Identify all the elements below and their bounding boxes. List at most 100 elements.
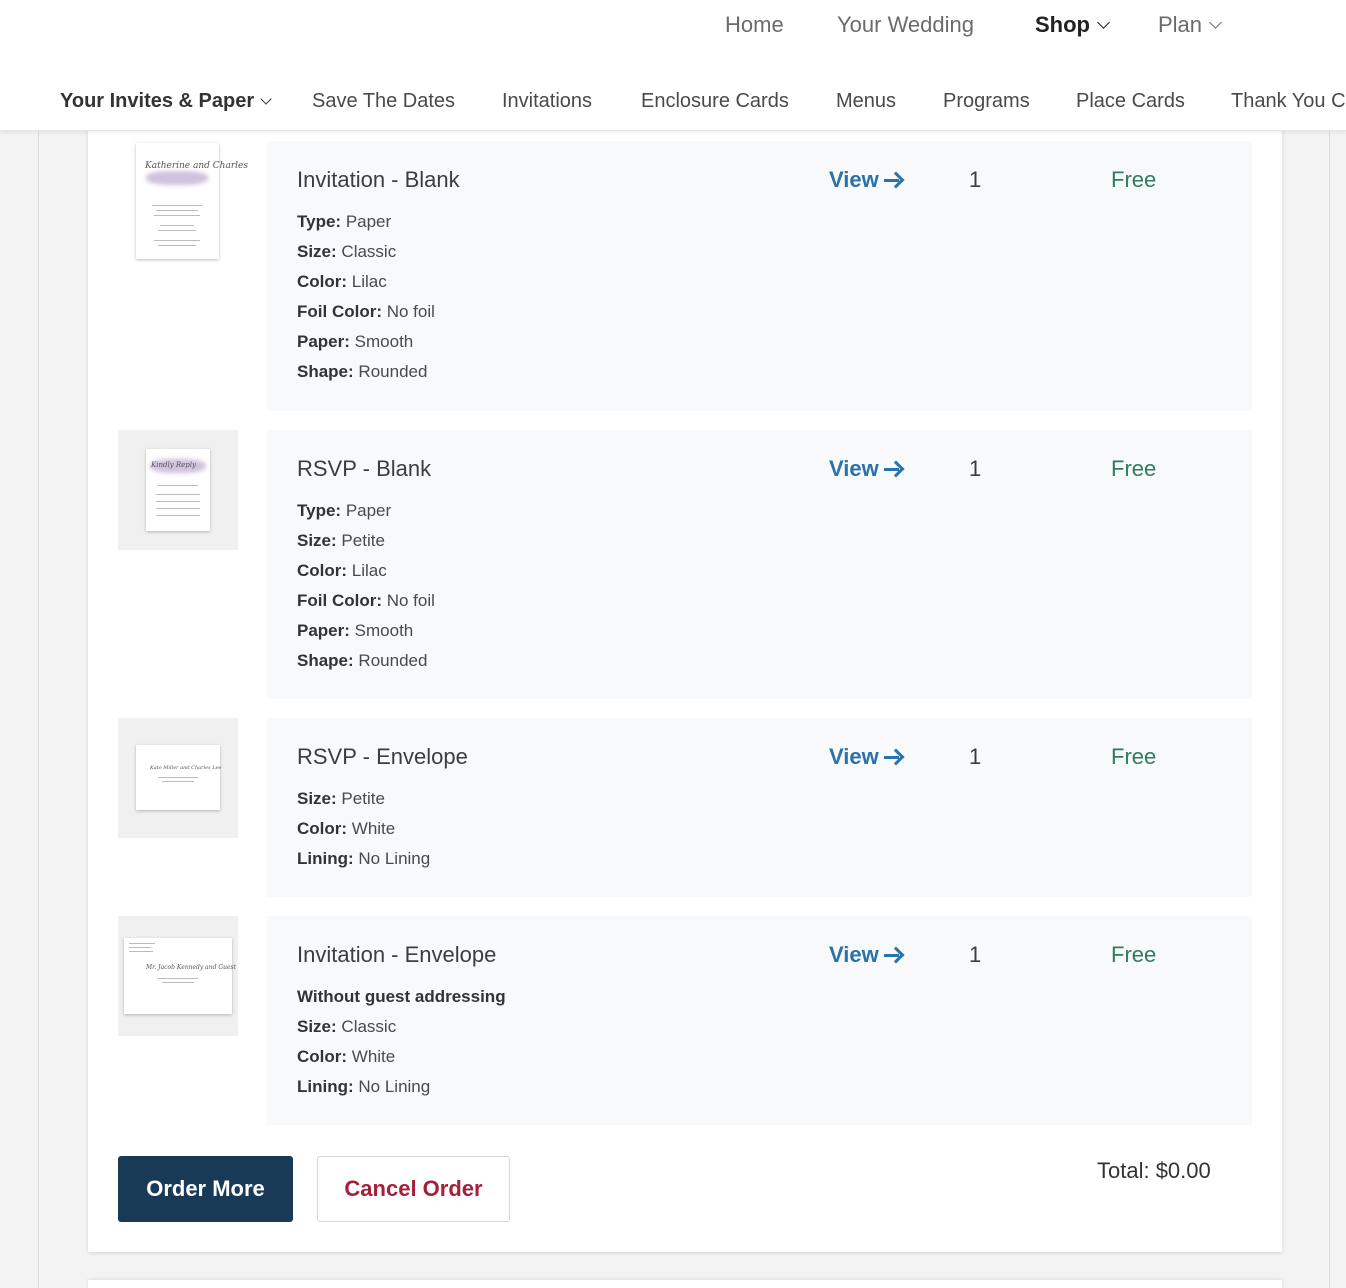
text-line — [129, 947, 151, 948]
attribute-value: No foil — [386, 591, 435, 610]
view-link[interactable]: View — [829, 744, 903, 770]
attribute-value: Classic — [341, 242, 397, 261]
attribute-value: No Lining — [358, 849, 431, 868]
attribute-value: White — [351, 819, 396, 838]
view-link[interactable]: View — [829, 942, 903, 968]
nav-shop[interactable]: Shop — [1035, 12, 1110, 38]
attribute-label: Size: — [297, 1017, 337, 1036]
text-line — [158, 230, 196, 231]
attribute-row: Foil Color: No foil — [297, 301, 435, 331]
order-item-details: RSVP - Envelope View 1 Free Size: Petite… — [267, 718, 1252, 897]
attribute-value: Petite — [341, 531, 385, 550]
order-more-button[interactable]: Order More — [118, 1156, 293, 1222]
arrow-right-icon — [883, 461, 903, 477]
rsvp-card-image: Kindly Reply — [146, 449, 210, 531]
subnav-your-invites-paper[interactable]: Your Invites & Paper — [60, 90, 272, 113]
chevron-down-icon — [1209, 16, 1222, 29]
order-item: Katherine and Charles Invitation - Blank… — [118, 141, 1252, 411]
product-thumbnail[interactable]: Mr. Jacob Kennedy and Guest — [118, 916, 238, 1036]
attribute-row: Size: Petite — [297, 788, 430, 818]
item-attributes: Type: Paper Size: Classic Color: Lilac F… — [297, 211, 435, 391]
product-thumbnail[interactable]: Katherine and Charles — [118, 141, 248, 261]
subnav-programs[interactable]: Programs — [943, 90, 1030, 113]
subnav-save-the-dates[interactable]: Save The Dates — [312, 90, 455, 113]
attribute-label: Size: — [297, 531, 337, 550]
attribute-label: Color: — [297, 819, 348, 838]
chevron-down-icon — [260, 93, 272, 105]
nav-home[interactable]: Home — [725, 12, 784, 38]
product-thumbnail[interactable]: Kindly Reply — [118, 430, 238, 550]
text-line — [158, 777, 198, 778]
arrow-right-icon — [883, 749, 903, 765]
attribute-label: Type: — [297, 501, 342, 520]
text-line — [162, 982, 194, 983]
view-link-label: View — [829, 744, 879, 769]
order-total: Total: $0.00 — [1097, 1158, 1211, 1183]
view-link-label: View — [829, 167, 879, 192]
thumbnail-script-text: Mr. Jacob Kennedy and Guest — [146, 964, 237, 971]
nav-plan[interactable]: Plan — [1158, 12, 1222, 38]
text-line — [156, 501, 200, 502]
subnav-invitations[interactable]: Invitations — [502, 90, 592, 113]
site-header: Home Your Wedding Shop Plan Your Invites… — [0, 0, 1346, 131]
attribute-value: Lilac — [351, 272, 387, 291]
text-line — [156, 515, 200, 516]
item-quantity: 1 — [969, 456, 982, 481]
attribute-value: No Lining — [358, 1077, 431, 1096]
text-line — [158, 245, 196, 246]
item-attributes: Type: Paper Size: Petite Color: Lilac Fo… — [297, 500, 435, 680]
attribute-value: Rounded — [358, 362, 428, 381]
view-link-label: View — [829, 942, 879, 967]
attribute-row: Lining: No Lining — [297, 848, 430, 878]
arrow-right-icon — [883, 947, 903, 963]
nav-your-wedding[interactable]: Your Wedding — [837, 12, 974, 38]
nav-plan-label: Plan — [1158, 12, 1203, 37]
item-quantity: 1 — [969, 942, 982, 967]
subnav-menus[interactable]: Menus — [836, 90, 896, 113]
thumbnail-script-text: Kate Miller and Charles Lee — [150, 765, 222, 771]
attribute-label: Color: — [297, 561, 348, 580]
cancel-order-button[interactable]: Cancel Order — [317, 1156, 510, 1222]
view-link[interactable]: View — [829, 456, 903, 482]
subnav-your-invites-label: Your Invites & Paper — [60, 90, 255, 112]
attribute-label: Lining: — [297, 849, 354, 868]
attribute-row: Shape: Rounded — [297, 650, 435, 680]
text-line — [129, 943, 155, 944]
attribute-value: Smooth — [354, 621, 414, 640]
addressing-note: Without guest addressing — [297, 986, 506, 1016]
order-item: Mr. Jacob Kennedy and Guest Invitation -… — [118, 916, 1252, 1125]
attribute-row: Paper: Smooth — [297, 331, 435, 361]
item-price: Free — [1111, 167, 1157, 192]
subnav-thank-you-cards[interactable]: Thank You C — [1231, 90, 1346, 113]
view-link[interactable]: View — [829, 167, 903, 193]
chevron-down-icon — [1097, 16, 1110, 29]
envelope-image: Kate Miller and Charles Lee — [136, 745, 222, 810]
text-line — [152, 205, 202, 206]
attribute-row: Color: Lilac — [297, 271, 435, 301]
attribute-value: Paper — [345, 501, 392, 520]
attribute-value: White — [351, 1047, 396, 1066]
nav-shop-label: Shop — [1035, 12, 1090, 37]
attribute-label: Paper: — [297, 332, 350, 351]
attribute-label: Foil Color: — [297, 302, 382, 321]
product-thumbnail[interactable]: Kate Miller and Charles Lee — [118, 718, 238, 838]
order-item-details: Invitation - Blank View 1 Free Type: Pap… — [267, 141, 1252, 411]
order-item: Kindly Reply RSVP - Blank View 1 Free Ty… — [118, 430, 1252, 699]
attribute-value: Petite — [341, 789, 385, 808]
attribute-row: Foil Color: No foil — [297, 590, 435, 620]
attribute-label: Foil Color: — [297, 591, 382, 610]
item-attributes: Without guest addressing Size: Classic C… — [297, 986, 506, 1106]
item-price: Free — [1111, 456, 1157, 481]
subnav-enclosure-cards[interactable]: Enclosure Cards — [641, 90, 789, 113]
attribute-row: Type: Paper — [297, 211, 435, 241]
attribute-value: No foil — [386, 302, 435, 321]
order-item: Kate Miller and Charles Lee RSVP - Envel… — [118, 718, 1252, 897]
item-price: Free — [1111, 942, 1157, 967]
attribute-label: Color: — [297, 272, 348, 291]
subnav-place-cards[interactable]: Place Cards — [1076, 90, 1185, 113]
item-title: RSVP - Blank — [297, 456, 432, 481]
next-card-edge — [88, 1280, 1282, 1288]
text-line — [160, 225, 194, 226]
view-link-label: View — [829, 456, 879, 481]
attribute-value: Rounded — [358, 651, 428, 670]
